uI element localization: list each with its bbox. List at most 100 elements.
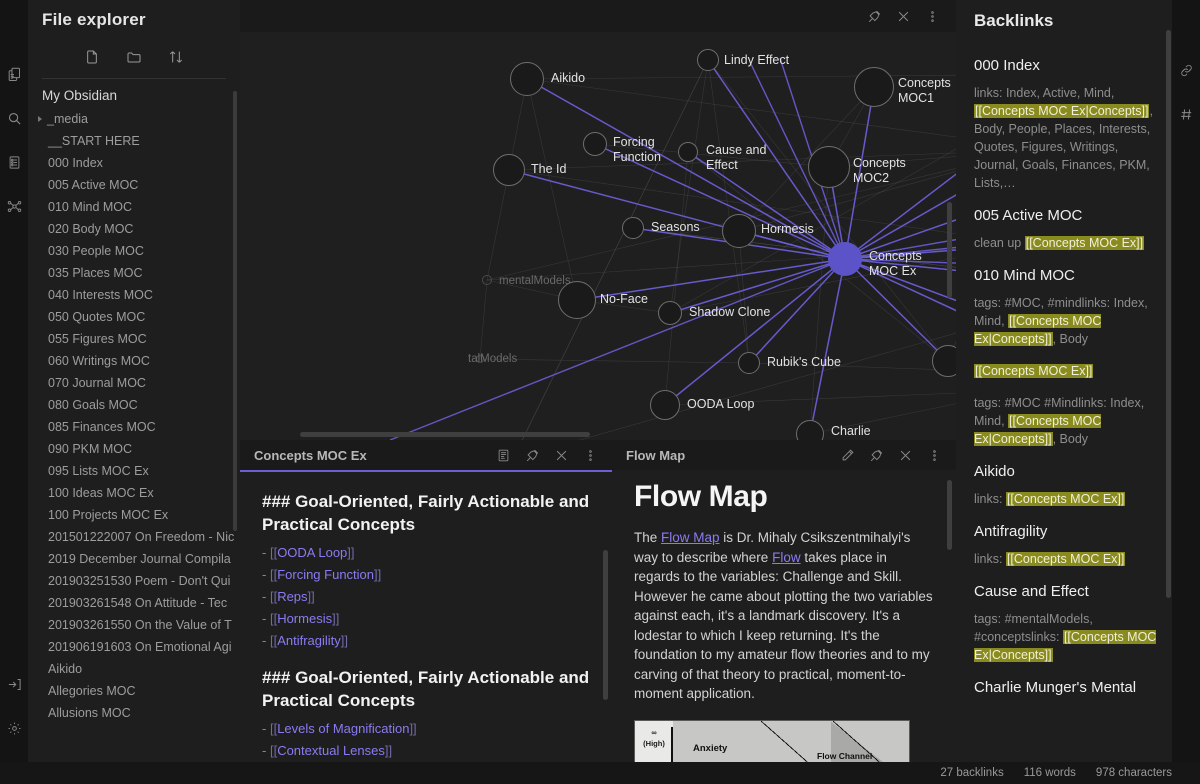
file-item[interactable]: _media: [28, 108, 240, 130]
file-item[interactable]: Allusions MOC: [28, 702, 240, 724]
graph-node[interactable]: [622, 217, 644, 239]
graph-node[interactable]: [482, 275, 492, 285]
wikilink[interactable]: Antifragility: [277, 633, 341, 648]
graph-node[interactable]: [678, 142, 698, 162]
graph-node[interactable]: [796, 420, 824, 440]
backlink-source-title[interactable]: 005 Active MOC: [974, 206, 1158, 225]
more-options-icon[interactable]: [927, 448, 942, 463]
new-note-icon[interactable]: [84, 49, 100, 65]
graph-vertical-scrollbar[interactable]: [947, 202, 952, 298]
wikilink[interactable]: Forcing Function: [277, 567, 374, 582]
file-item[interactable]: Aikido: [28, 658, 240, 680]
flow-note-body[interactable]: Flow Map The Flow Map is Dr. Mihaly Csik…: [612, 470, 956, 768]
gear-icon[interactable]: [0, 706, 28, 750]
file-item[interactable]: 090 PKM MOC: [28, 438, 240, 460]
file-item[interactable]: 040 Interests MOC: [28, 284, 240, 306]
wikilink[interactable]: Hormesis: [277, 611, 332, 626]
file-item[interactable]: 000 Index: [28, 152, 240, 174]
search-icon[interactable]: [0, 96, 28, 140]
wikilink[interactable]: Reps: [277, 589, 307, 604]
file-item[interactable]: 100 Ideas MOC Ex: [28, 482, 240, 504]
backlink-snippet[interactable]: links: Index, Active, Mind, [[Concepts M…: [974, 84, 1158, 192]
file-tree-scrollbar[interactable]: [233, 91, 237, 531]
outline-icon[interactable]: [0, 140, 28, 184]
close-icon[interactable]: [898, 448, 913, 463]
backlink-snippet[interactable]: clean up [[Concepts MOC Ex]]: [974, 234, 1158, 252]
graph-node[interactable]: [583, 132, 607, 156]
file-item[interactable]: 100 Projects MOC Ex: [28, 504, 240, 526]
file-item[interactable]: 080 Goals MOC: [28, 394, 240, 416]
file-item[interactable]: 005 Active MOC: [28, 174, 240, 196]
graph-node[interactable]: [738, 352, 760, 374]
internal-link[interactable]: Flow Map: [661, 530, 720, 545]
flow-scrollbar[interactable]: [947, 480, 952, 550]
backlink-source-title[interactable]: 000 Index: [974, 56, 1158, 75]
backlink-source-title[interactable]: Aikido: [974, 462, 1158, 481]
graph-node[interactable]: [722, 214, 756, 248]
file-item[interactable]: 070 Journal MOC: [28, 372, 240, 394]
backlink-snippet[interactable]: tags: #MOC, #mindlinks: Index, Mind, [[C…: [974, 294, 1158, 348]
backlink-snippet[interactable]: tags: #MOC #Mindlinks: Index, Mind, [[Co…: [974, 394, 1158, 448]
pin-icon[interactable]: [869, 448, 884, 463]
file-item[interactable]: 201906191603 On Emotional Agi: [28, 636, 240, 658]
wikilink[interactable]: OODA Loop: [277, 545, 347, 560]
edit-icon[interactable]: [840, 448, 855, 463]
file-item[interactable]: 2019 December Journal Compila: [28, 548, 240, 570]
more-options-icon[interactable]: [925, 9, 940, 24]
wikilink[interactable]: Contextual Lenses: [277, 743, 385, 758]
file-item[interactable]: 201903261548 On Attitude - Tec: [28, 592, 240, 614]
toggle-sidebar-icon[interactable]: [0, 662, 28, 706]
wikilink[interactable]: Levels of Magnification: [277, 721, 409, 736]
close-icon[interactable]: [554, 448, 569, 463]
backlink-snippet[interactable]: [[Concepts MOC Ex]]: [974, 362, 1158, 380]
file-item[interactable]: Allegories MOC: [28, 680, 240, 702]
graph-node[interactable]: [854, 67, 894, 107]
file-item[interactable]: 095 Lists MOC Ex: [28, 460, 240, 482]
graph-icon[interactable]: [0, 184, 28, 228]
pin-icon[interactable]: [525, 448, 540, 463]
reading-view-icon[interactable]: [496, 448, 511, 463]
file-item[interactable]: 060 Writings MOC: [28, 350, 240, 372]
right-sidebar-scrollbar[interactable]: [1166, 30, 1171, 360]
file-item[interactable]: __START HERE: [28, 130, 240, 152]
graph-node[interactable]: [658, 301, 682, 325]
backlink-source-title[interactable]: Antifragility: [974, 522, 1158, 541]
backlink-source-title[interactable]: Charlie Munger's Mental: [974, 678, 1158, 697]
graph-node[interactable]: [808, 146, 850, 188]
folder-collapse-icon[interactable]: [38, 116, 42, 122]
new-folder-icon[interactable]: [126, 49, 142, 65]
pin-icon[interactable]: [867, 9, 882, 24]
backlink-snippet[interactable]: links: [[Concepts MOC Ex]]: [974, 490, 1158, 508]
backlink-snippet[interactable]: links: [[Concepts MOC Ex]]: [974, 550, 1158, 568]
close-icon[interactable]: [896, 9, 911, 24]
graph-node[interactable]: [493, 154, 525, 186]
file-item[interactable]: 201903261550 On the Value of T: [28, 614, 240, 636]
file-item[interactable]: 201903251530 Poem - Don't Qui: [28, 570, 240, 592]
graph-node[interactable]: [697, 49, 719, 71]
concepts-note-body[interactable]: ### Goal-Oriented, Fairly Actionable and…: [240, 472, 612, 770]
graph-node[interactable]: [828, 242, 862, 276]
sort-icon[interactable]: [168, 49, 184, 65]
internal-link[interactable]: Flow: [772, 550, 801, 565]
graph-horizontal-scrollbar[interactable]: [300, 432, 590, 437]
more-options-icon[interactable]: [583, 448, 598, 463]
open-new-note-icon[interactable]: [0, 52, 28, 96]
backlink-source-title[interactable]: Cause and Effect: [974, 582, 1158, 601]
graph-node[interactable]: [650, 390, 680, 420]
file-item[interactable]: 030 People MOC: [28, 240, 240, 262]
file-item[interactable]: 055 Figures MOC: [28, 328, 240, 350]
graph-node[interactable]: [932, 345, 956, 377]
file-item[interactable]: 010 Mind MOC: [28, 196, 240, 218]
graph-canvas[interactable]: AikidoLindy EffectConcepts MOC1Example o…: [240, 32, 956, 440]
file-item[interactable]: 085 Finances MOC: [28, 416, 240, 438]
graph-node[interactable]: [558, 281, 596, 319]
file-item[interactable]: 020 Body MOC: [28, 218, 240, 240]
file-item[interactable]: 201501222007 On Freedom - Nic: [28, 526, 240, 548]
graph-node[interactable]: [476, 355, 484, 363]
concepts-scrollbar[interactable]: [603, 550, 608, 700]
tags-icon[interactable]: [1172, 92, 1200, 136]
backlink-snippet[interactable]: tags: #mentalModels, #conceptslinks: [[C…: [974, 610, 1158, 664]
file-item[interactable]: 050 Quotes MOC: [28, 306, 240, 328]
graph-node[interactable]: [510, 62, 544, 96]
backlink-source-title[interactable]: 010 Mind MOC: [974, 266, 1158, 285]
